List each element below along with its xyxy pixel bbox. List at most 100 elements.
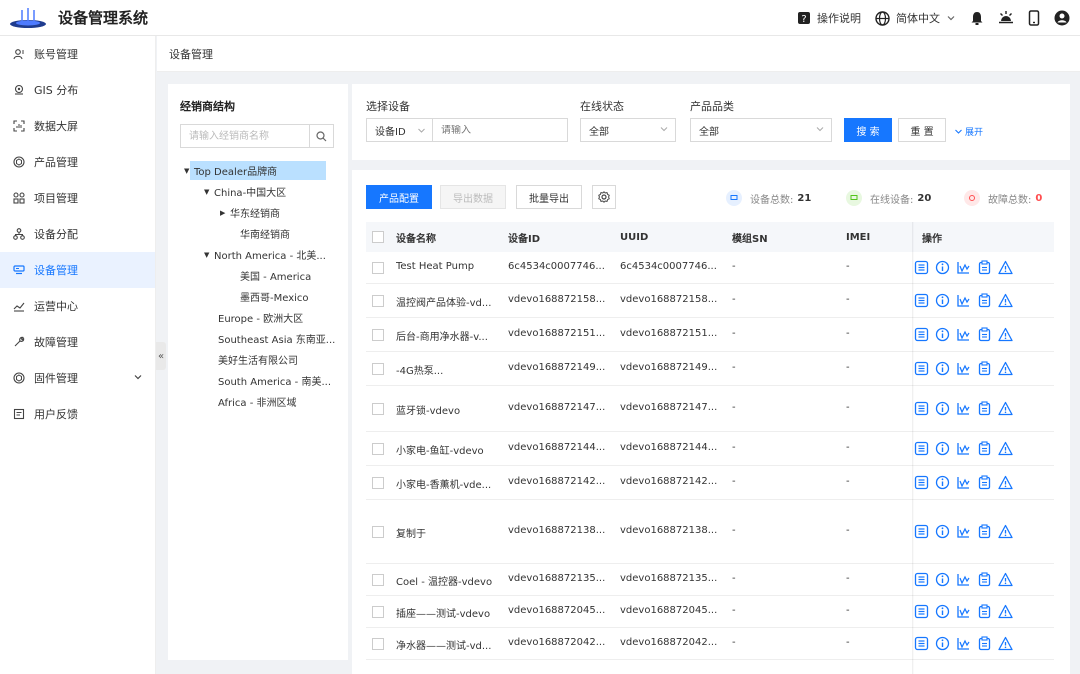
info-icon[interactable] [935, 572, 950, 587]
search-button[interactable]: 搜 索 [844, 118, 892, 142]
tree-node[interactable]: South America - 南美... [180, 370, 338, 391]
sidebar-item-8[interactable]: 故障管理 [0, 324, 155, 360]
device-search-input[interactable] [433, 124, 563, 136]
list-icon[interactable] [914, 327, 929, 342]
trend-icon[interactable] [956, 524, 971, 539]
info-icon[interactable] [935, 327, 950, 342]
warning-icon[interactable] [998, 361, 1013, 376]
row-checkbox[interactable] [372, 363, 384, 375]
row-checkbox[interactable] [372, 262, 384, 274]
table-row[interactable]: 温控阀产品体验-vd... vdevo168872158... vdevo16887… [366, 284, 1054, 318]
table-row[interactable]: 小家电-香薰机-vde... vdevo168872142... vdevo1688… [366, 466, 1054, 500]
list-icon[interactable] [914, 604, 929, 619]
warning-icon[interactable] [998, 524, 1013, 539]
sidebar-item-10[interactable]: 用户反馈 [0, 396, 155, 432]
sidebar-item-0[interactable]: 账号管理 [0, 36, 155, 72]
row-checkbox[interactable] [372, 606, 384, 618]
tree-node[interactable]: ▼ North America - 北美... [180, 244, 338, 265]
tree-node[interactable]: ▼ Top Dealer品牌商 [180, 160, 338, 181]
collapse-sidebar-button[interactable]: « [156, 342, 166, 370]
list-icon[interactable] [914, 361, 929, 376]
clipboard-icon[interactable] [977, 293, 992, 308]
info-icon[interactable] [935, 361, 950, 376]
sidebar-item-5[interactable]: 设备分配 [0, 216, 155, 252]
table-settings-button[interactable] [592, 185, 616, 209]
sidebar-item-3[interactable]: 产品管理 [0, 144, 155, 180]
user-menu[interactable] [1054, 10, 1070, 26]
warning-icon[interactable] [998, 572, 1013, 587]
caret-down-icon[interactable]: ▼ [204, 188, 214, 196]
warning-icon[interactable] [998, 636, 1013, 651]
clipboard-icon[interactable] [977, 260, 992, 275]
device-type-select[interactable]: 设备ID [367, 119, 433, 141]
info-icon[interactable] [935, 475, 950, 490]
sidebar-item-6[interactable]: 设备管理 [0, 252, 155, 288]
language-selector[interactable]: 简体中文 [875, 10, 956, 26]
row-checkbox[interactable] [372, 329, 384, 341]
info-icon[interactable] [935, 524, 950, 539]
warning-icon[interactable] [998, 293, 1013, 308]
dealer-search-button[interactable] [309, 125, 333, 147]
warning-icon[interactable] [998, 260, 1013, 275]
category-select[interactable]: 全部 [690, 118, 832, 142]
batch-export-button[interactable]: 批量导出 [516, 185, 582, 209]
list-icon[interactable] [914, 293, 929, 308]
table-row[interactable]: 净水器——测试-vd... vdevo168872042... vdevo16887… [366, 628, 1054, 660]
list-icon[interactable] [914, 636, 929, 651]
info-icon[interactable] [935, 604, 950, 619]
table-row[interactable]: Coel - 温控器-vdevo vdevo168872135... vdevo16… [366, 564, 1054, 596]
sidebar-item-4[interactable]: 项目管理 [0, 180, 155, 216]
clipboard-icon[interactable] [977, 361, 992, 376]
product-config-button[interactable]: 产品配置 [366, 185, 432, 209]
info-icon[interactable] [935, 401, 950, 416]
info-icon[interactable] [935, 441, 950, 456]
sidebar-item-2[interactable]: 数据大屏 [0, 108, 155, 144]
tree-node[interactable]: 墨西哥-Mexico [180, 286, 338, 307]
warning-icon[interactable] [998, 401, 1013, 416]
list-icon[interactable] [914, 441, 929, 456]
clipboard-icon[interactable] [977, 475, 992, 490]
table-row[interactable]: 插座——测试-vdevo vdevo168872045... vdevo168872… [366, 596, 1054, 628]
help-link[interactable]: ? 操作说明 [797, 10, 861, 26]
list-icon[interactable] [914, 524, 929, 539]
reset-button[interactable]: 重 置 [898, 118, 946, 142]
tree-node[interactable]: Europe - 欧洲大区 [180, 307, 338, 328]
trend-icon[interactable] [956, 293, 971, 308]
status-select[interactable]: 全部 [580, 118, 676, 142]
row-checkbox[interactable] [372, 403, 384, 415]
clipboard-icon[interactable] [977, 636, 992, 651]
tree-node[interactable]: Africa - 非洲区域 [180, 391, 338, 412]
row-checkbox[interactable] [372, 477, 384, 489]
list-icon[interactable] [914, 572, 929, 587]
sidebar-item-1[interactable]: GIS 分布 [0, 72, 155, 108]
clipboard-icon[interactable] [977, 401, 992, 416]
trend-icon[interactable] [956, 401, 971, 416]
sidebar-item-7[interactable]: 运营中心 [0, 288, 155, 324]
caret-right-icon[interactable]: ▶ [220, 209, 230, 217]
table-row[interactable]: 蓝牙锁-vdevo vdevo168872147... vdevo168872147… [366, 386, 1054, 432]
warning-icon[interactable] [998, 475, 1013, 490]
sidebar-item-9[interactable]: 固件管理 [0, 360, 155, 396]
caret-down-icon[interactable]: ▼ [204, 251, 214, 259]
theme-toggle[interactable] [998, 10, 1014, 26]
table-row[interactable]: -4G热泵... vdevo168872149... vdevo168872149.… [366, 352, 1054, 386]
expand-filters-link[interactable]: 展开 [954, 125, 983, 138]
table-row[interactable]: Test Heat Pump 6c4534c0007746... 6c4534c00… [366, 252, 1054, 284]
tree-node[interactable]: ▼ China-中国大区 [180, 181, 338, 202]
list-icon[interactable] [914, 401, 929, 416]
clipboard-icon[interactable] [977, 524, 992, 539]
export-data-button[interactable]: 导出数据 [440, 185, 506, 209]
trend-icon[interactable] [956, 572, 971, 587]
trend-icon[interactable] [956, 327, 971, 342]
trend-icon[interactable] [956, 441, 971, 456]
clipboard-icon[interactable] [977, 441, 992, 456]
row-checkbox[interactable] [372, 638, 384, 650]
trend-icon[interactable] [956, 636, 971, 651]
tree-node[interactable]: ▶ 华东经销商 [180, 202, 338, 223]
warning-icon[interactable] [998, 327, 1013, 342]
table-row[interactable]: 小家电-鱼缸-vdevo vdevo168872144... vdevo168872… [366, 432, 1054, 466]
row-checkbox[interactable] [372, 574, 384, 586]
clipboard-icon[interactable] [977, 604, 992, 619]
warning-icon[interactable] [998, 441, 1013, 456]
table-row[interactable]: 后台-商用净水器-v... vdevo168872151... vdevo16887… [366, 318, 1054, 352]
